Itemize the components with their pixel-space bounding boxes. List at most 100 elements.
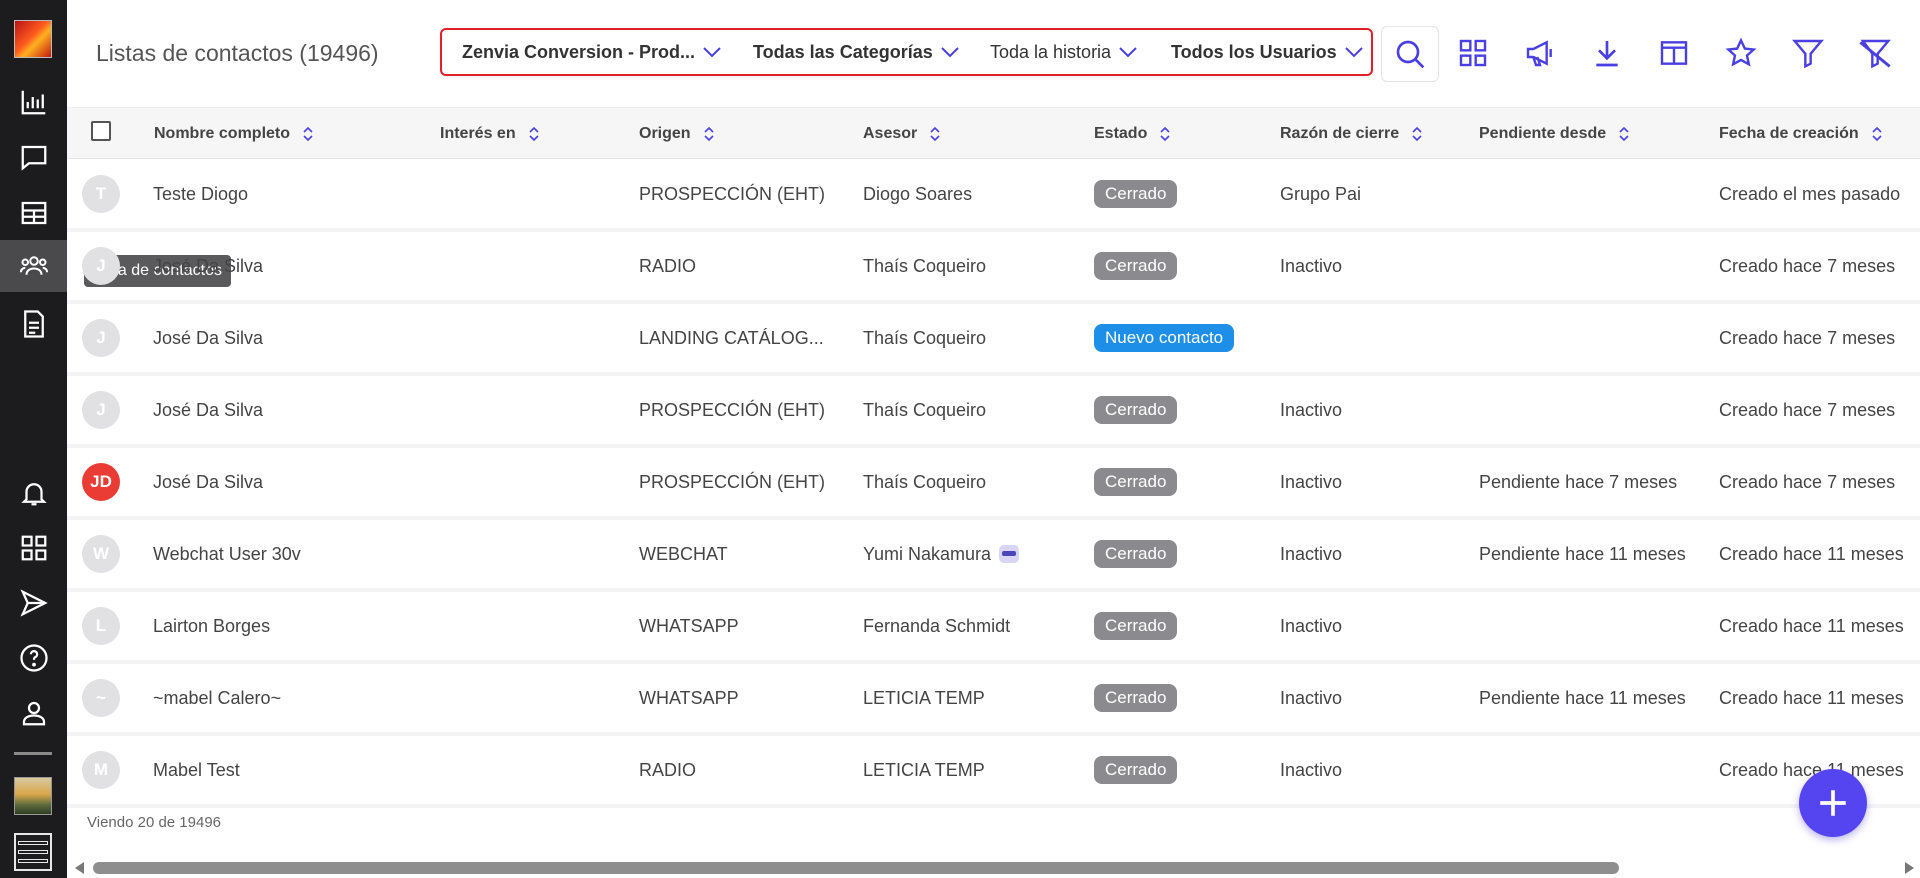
cell-status: Cerrado	[1094, 160, 1274, 228]
company-logo[interactable]	[14, 20, 52, 58]
col-pending-since[interactable]: Pendiente desde	[1479, 108, 1630, 160]
robot-icon	[999, 545, 1020, 563]
scroll-left-arrow[interactable]	[75, 862, 84, 874]
cell-advisor: Yumi Nakamura	[863, 520, 1088, 588]
table-row[interactable]: JD José Da Silva PROSPECCIÓN (EHT) Thaís Co…	[67, 448, 1920, 520]
download-button[interactable]	[1587, 33, 1627, 73]
col-created-date[interactable]: Fecha de creación	[1719, 108, 1883, 160]
apps-icon[interactable]	[0, 522, 67, 574]
contact-name[interactable]: ~mabel Calero~	[153, 688, 281, 709]
advisor-name: Thaís Coqueiro	[863, 327, 987, 348]
table-row[interactable]: W Webchat User 30v WEBCHAT Yumi Nakamura Cer…	[67, 520, 1920, 592]
chevron-down-icon	[1119, 47, 1137, 58]
cell-created-date: Creado hace 11 meses	[1719, 615, 1904, 636]
cell-created-date: Creado hace 7 meses	[1719, 255, 1896, 276]
send-icon[interactable]	[0, 577, 67, 629]
contact-name[interactable]: José Da Silva	[153, 328, 263, 349]
cell-pending-since: Pendiente hace 11 meses	[1479, 687, 1686, 708]
table-row[interactable]: T Teste Diogo PROSPECCIÓN (EHT) Diogo Soare…	[67, 160, 1920, 232]
cell-status: Cerrado	[1094, 664, 1274, 732]
status-badge: Cerrado	[1094, 396, 1178, 424]
col-advisor[interactable]: Asesor	[863, 108, 941, 160]
col-close-reason[interactable]: Razón de cierre	[1280, 108, 1423, 160]
clear-filter-button[interactable]	[1855, 33, 1895, 73]
horizontal-scrollbar[interactable]	[67, 858, 1920, 878]
chat-icon[interactable]	[0, 131, 67, 183]
columns-button[interactable]	[1654, 33, 1694, 73]
cell-advisor: LETICIA TEMP	[863, 736, 1088, 804]
sort-icon	[303, 126, 313, 142]
col-interest[interactable]: Interés en	[440, 108, 540, 160]
cell-pending-since	[1479, 592, 1717, 660]
table-row[interactable]: M Mabel Test RADIO LETICIA TEMP Cerrado Inact…	[67, 736, 1920, 808]
contacts-icon[interactable]	[0, 240, 67, 292]
table-row[interactable]: ~ ~mabel Calero~ WHATSAPP LETICIA TEMP Cerra…	[67, 664, 1920, 736]
sort-icon	[529, 126, 539, 142]
favorites-button[interactable]	[1721, 33, 1761, 73]
contact-avatar: J	[82, 319, 120, 357]
viewing-count: Viendo 20 de 19496	[87, 814, 222, 831]
search-button[interactable]	[1381, 26, 1439, 82]
contact-name[interactable]: José Da Silva	[153, 400, 263, 421]
cell-advisor: Thaís Coqueiro	[863, 376, 1088, 444]
cell-close-reason: Inactivo	[1280, 399, 1343, 420]
cell-created-date: Creado hace 11 meses	[1719, 543, 1904, 564]
contact-name[interactable]: Webchat User 30v	[153, 544, 301, 565]
history-filter[interactable]: Toda la historia	[990, 30, 1137, 74]
select-all-checkbox[interactable]	[91, 121, 111, 141]
scrollbar-thumb[interactable]	[93, 862, 1619, 874]
grid-icon	[1459, 39, 1487, 67]
cell-full-name: José Da Silva	[153, 448, 433, 516]
advisor-name: LETICIA TEMP	[863, 759, 985, 780]
table-icon[interactable]	[0, 187, 67, 239]
contact-name[interactable]: José Da Silva	[153, 256, 263, 277]
cell-origin: WHATSAPP	[639, 615, 739, 636]
dashboard-icon[interactable]	[0, 76, 67, 128]
user-icon[interactable]	[0, 687, 67, 739]
help-icon[interactable]	[0, 632, 67, 684]
cell-pending-since	[1479, 376, 1717, 444]
category-filter[interactable]: Todas las Categorías	[753, 30, 959, 74]
cell-advisor: Diogo Soares	[863, 160, 1088, 228]
filter-button[interactable]	[1788, 33, 1828, 73]
cell-full-name: Lairton Borges	[153, 592, 433, 660]
grid-view-button[interactable]	[1453, 33, 1493, 73]
document-icon[interactable]	[0, 298, 67, 350]
cell-close-reason: Inactivo	[1280, 615, 1343, 636]
history-filter-label: Toda la historia	[990, 41, 1112, 62]
table-row[interactable]: L Lairton Borges WHATSAPP Fernanda Schmidt C…	[67, 592, 1920, 664]
filter-icon	[1792, 39, 1824, 69]
cell-origin: WEBCHAT	[639, 543, 728, 564]
table-row[interactable]: J José Da Silva RADIO Thaís Coqueiro Cerrado…	[67, 232, 1920, 304]
account-filter-label: Zenvia Conversion - Prod...	[462, 41, 696, 62]
cell-close-reason: Grupo Pai	[1280, 183, 1362, 204]
table-row[interactable]: J José Da Silva PROSPECCIÓN (EHT) Thaís Coq…	[67, 376, 1920, 448]
bell-icon[interactable]	[0, 467, 67, 519]
col-label: Fecha de creación	[1719, 125, 1859, 142]
contact-name[interactable]: Teste Diogo	[153, 184, 248, 205]
col-status[interactable]: Estado	[1094, 108, 1171, 160]
cell-created-date: Creado hace 11 meses	[1719, 687, 1904, 708]
scroll-right-arrow[interactable]	[1905, 862, 1914, 874]
table-row[interactable]: J José Da Silva LANDING CATÁLOG... Thaís Co…	[67, 304, 1920, 376]
col-label: Razón de cierre	[1280, 125, 1400, 142]
col-label: Estado	[1094, 125, 1148, 142]
contact-avatar: ~	[82, 679, 120, 717]
contact-name[interactable]: José Da Silva	[153, 472, 263, 493]
contact-name[interactable]: Lairton Borges	[153, 616, 270, 637]
contact-name[interactable]: Mabel Test	[153, 760, 240, 781]
add-contact-button[interactable]	[1799, 769, 1867, 837]
col-origin[interactable]: Origen	[639, 108, 715, 160]
status-badge: Cerrado	[1094, 180, 1178, 208]
cell-status: Cerrado	[1094, 232, 1274, 300]
users-filter[interactable]: Todos los Usuarios	[1171, 30, 1363, 74]
filter-off-icon	[1859, 39, 1891, 69]
col-full-name[interactable]: Nombre completo	[154, 108, 314, 160]
account-filter[interactable]: Zenvia Conversion - Prod...	[462, 30, 721, 74]
cell-pending-since	[1479, 736, 1717, 804]
user-avatar[interactable]	[14, 777, 52, 815]
users-filter-label: Todos los Usuarios	[1171, 41, 1337, 62]
columns-icon	[1660, 41, 1688, 65]
filter-bar: Zenvia Conversion - Prod... Todas las Ca…	[440, 28, 1373, 76]
campaign-button[interactable]	[1520, 33, 1560, 73]
